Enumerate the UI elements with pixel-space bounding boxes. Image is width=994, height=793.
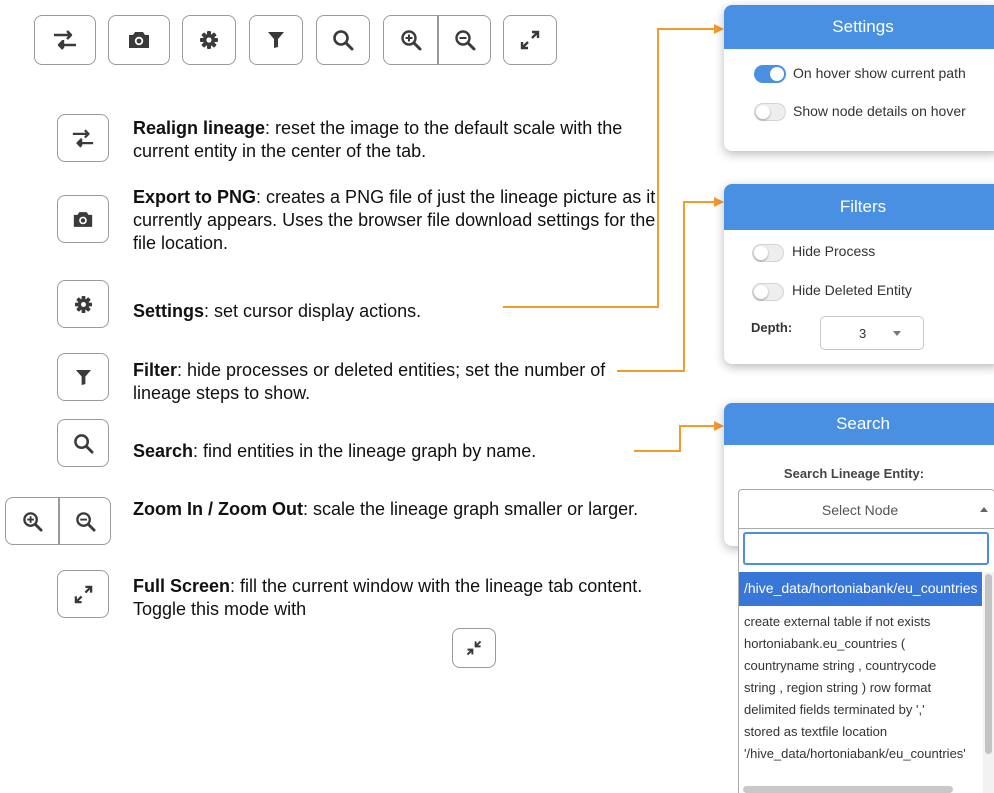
fullscreen-description: Full Screen: fill the current window wit… [133,575,678,621]
search-panel-title: Search [836,414,890,433]
export-title: Export to PNG [133,187,257,207]
zoom-out-legend [59,498,112,544]
zoom-in-legend [6,498,59,544]
hide-process-toggle[interactable] [752,244,784,262]
search-icon [73,433,94,454]
depth-value: 3 [859,326,867,341]
search-icon [333,30,354,51]
option-line: string , region string ) row format [744,680,932,695]
option-line: '/hive_data/hortoniabank/eu_countries' [744,746,966,761]
hide-deleted-label: Hide Deleted Entity [792,282,912,298]
hover-path-toggle[interactable] [754,65,786,83]
zoom-description: Zoom In / Zoom Out: scale the lineage gr… [133,498,693,521]
zoom-out-icon [455,30,476,51]
dropdown-list: /hive_data/hortoniabank/eu_countries cre… [738,529,994,793]
zoom-button-group [383,15,491,65]
settings-connector [503,28,717,308]
node-details-toggle[interactable] [754,103,786,121]
option-line: stored as textfile location [744,724,888,739]
hide-process-label: Hide Process [792,243,876,259]
horizontal-scrollbar-thumb[interactable] [743,786,953,793]
option-line: create external table if not exists [744,614,931,629]
settings-text: : set cursor display actions. [204,301,422,321]
filter-legend-button [57,353,109,401]
realign-icon [54,30,76,50]
zoom-in-icon [23,511,43,532]
filters-panel: Filters × Hide Process Hide Deleted Enti… [724,184,994,364]
filters-panel-title: Filters [839,197,887,216]
zoom-legend-group [5,497,111,545]
exit-fullscreen-inline-button [452,628,496,668]
hide-deleted-toggle[interactable] [752,283,784,301]
zoom-out-button[interactable] [438,16,492,64]
dropdown-scrollbar[interactable] [983,572,994,793]
filter-text: : hide processes or deleted entities; se… [133,360,606,403]
camera-icon [129,32,149,48]
gear-icon [200,31,218,49]
search-title: Search [133,441,194,461]
search-description: Search: find entities in the lineage gra… [133,440,673,463]
option-line: hortoniabank.eu_countries ( [744,636,906,651]
filters-panel-header: Filters × [724,184,994,230]
search-button[interactable] [316,15,370,65]
settings-panel-title: Settings [832,17,894,36]
realign-title: Realign lineage [133,118,266,138]
gear-icon [74,295,92,313]
filter-icon [268,32,284,48]
search-arrowhead [714,421,724,431]
option-line: countryname string , countrycode [744,658,937,673]
select-node-dropdown[interactable]: Select Node [738,489,994,529]
node-details-label: Show node details on hover [793,103,966,119]
export-png-button[interactable] [108,15,170,65]
search-text: : find entities in the lineage graph by … [193,441,537,461]
filter-description: Filter: hide processes or deleted entiti… [133,359,623,405]
realign-description: Realign lineage: reset the image to the … [133,117,678,163]
zoom-in-button[interactable] [384,16,438,64]
export-legend-button [57,195,109,243]
scrollbar-thumb[interactable] [985,574,992,754]
search-legend-button [57,419,109,467]
filter-button[interactable] [249,15,303,65]
export-description: Export to PNG: creates a PNG file of jus… [133,186,673,255]
realign-legend-button [57,114,109,162]
search-input[interactable] [743,532,989,565]
settings-panel-header: Settings × [724,5,994,49]
fullscreen-legend-button [57,570,109,618]
highlighted-option-text: /hive_data/hortoniabank/eu_countries [744,580,978,596]
filter-arrowhead [714,197,724,207]
zoom-title: Zoom In / Zoom Out [133,499,303,519]
depth-select[interactable]: 3 [820,316,924,350]
caret-up-icon [980,507,988,512]
caret-down-icon [893,331,901,336]
fullscreen-title: Full Screen [133,576,231,596]
dropdown-option[interactable]: create external table if not exists hort… [739,607,982,793]
fullscreen-button[interactable] [503,15,557,65]
hover-path-label: On hover show current path [793,65,966,81]
settings-description: Settings: set cursor display actions. [133,300,673,323]
settings-legend-button [57,280,109,328]
search-entity-label: Search Lineage Entity: [783,466,925,481]
settings-title: Settings [133,301,205,321]
dropdown-option-highlighted[interactable]: /hive_data/hortoniabank/eu_countries [739,572,982,606]
settings-arrowhead [714,24,724,34]
realign-button[interactable] [34,15,96,65]
camera-icon [73,211,93,227]
zoom-text: : scale the lineage graph smaller or lar… [302,499,639,519]
compress-icon [466,640,482,656]
depth-label: Depth: [751,320,793,335]
zoom-in-icon [401,30,422,51]
settings-panel: Settings × On hover show current path Sh… [724,5,994,151]
filter-title: Filter [133,360,178,380]
option-line: delimited fields terminated by ',' [744,702,925,717]
settings-button[interactable] [182,15,236,65]
expand-icon [520,30,540,50]
expand-icon [74,585,92,603]
search-panel-header: Search × [724,403,994,445]
select-node-placeholder: Select Node [821,502,899,518]
realign-icon [72,128,94,148]
zoom-out-icon [76,511,96,532]
filter-icon [75,369,91,385]
